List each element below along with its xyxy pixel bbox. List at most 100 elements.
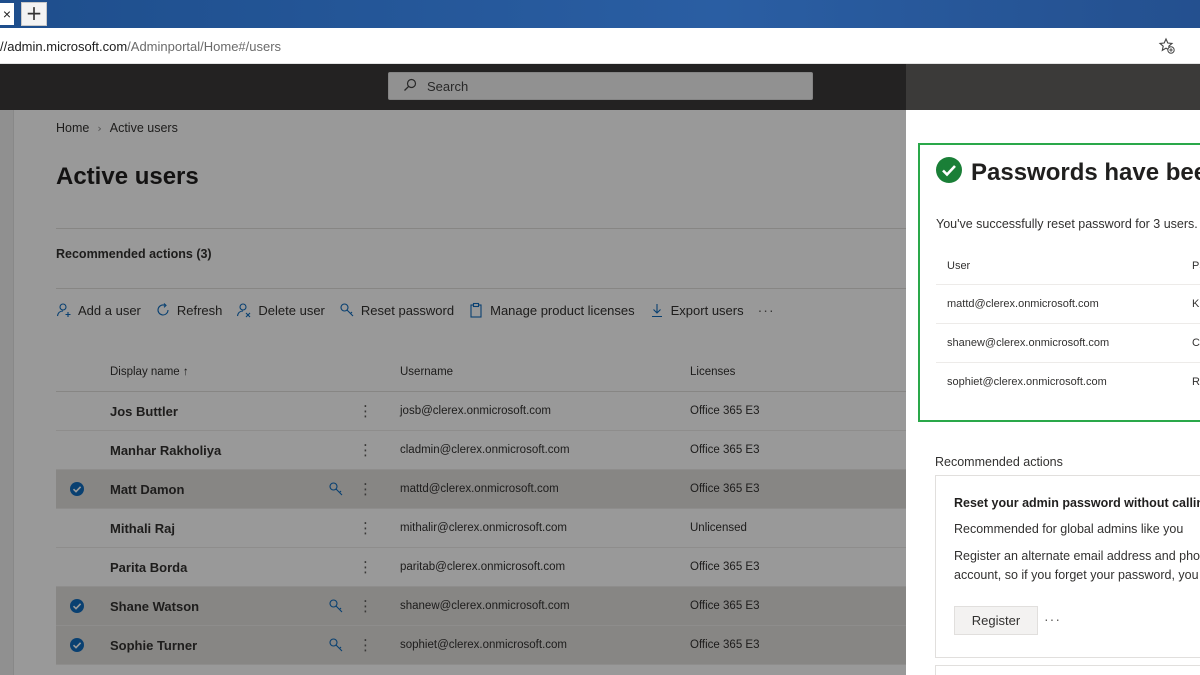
result-user: shanew@clerex.onmicrosoft.com [947, 337, 1110, 349]
result-column-password: Pa [1192, 260, 1200, 272]
column-header-licenses[interactable]: Licenses [690, 366, 735, 378]
user-username: paritab@clerex.onmicrosoft.com [400, 561, 566, 573]
key-icon[interactable] [328, 598, 344, 614]
user-license: Unlicensed [690, 522, 747, 534]
panel-title: Passwords have bee [971, 159, 1200, 186]
table-row[interactable]: Manhar Rakholiya ⋮ cladmin@clerex.onmicros… [56, 431, 906, 470]
user-display-name[interactable]: Shane Watson [110, 587, 199, 626]
user-display-name[interactable]: Manhar Rakholiya [110, 431, 221, 470]
table-row[interactable]: Parita Borda ⋮ paritab@clerex.onmicrosoft.… [56, 548, 906, 587]
address-bar[interactable]: //admin.microsoft.com/Adminportal/Home#/… [0, 28, 1200, 64]
export-users-button[interactable]: Export users [649, 302, 744, 318]
breadcrumb-current: Active users [109, 121, 178, 135]
recommended-actions-link[interactable]: Recommended actions (3) [56, 247, 212, 261]
add-user-label: Add a user [78, 302, 141, 318]
checkmark-icon[interactable] [70, 599, 84, 613]
result-user: sophiet@clerex.onmicrosoft.com [947, 376, 1107, 388]
user-display-name[interactable]: Mithali Raj [110, 509, 175, 548]
search-icon [404, 78, 417, 91]
user-license: Office 365 E3 [690, 639, 760, 651]
row-more-icon[interactable]: ⋮ [358, 431, 373, 470]
add-person-icon [56, 303, 71, 317]
key-icon[interactable] [328, 481, 344, 497]
checkmark-icon[interactable] [70, 482, 84, 496]
breadcrumb-home[interactable]: Home [56, 121, 89, 135]
reset-password-button[interactable]: Reset password [339, 302, 454, 318]
result-password: Ku [1192, 298, 1200, 310]
key-icon[interactable] [328, 637, 344, 653]
row-more-icon[interactable]: ⋮ [358, 470, 373, 509]
user-license: Office 365 E3 [690, 444, 760, 456]
table-row[interactable]: Sophie Turner ⋮ sophiet@clerex.onmicrosoft… [56, 626, 906, 665]
browser-tab-bar: × + [0, 0, 1200, 28]
result-column-user: User [947, 260, 971, 272]
reset-password-panel: Passwords have bee You've successfully r… [906, 110, 1200, 675]
search-input[interactable] [427, 73, 787, 99]
checkmark-icon[interactable] [70, 638, 84, 652]
more-actions-button[interactable]: ··· [758, 302, 775, 318]
user-display-name[interactable]: Jos Buttler [110, 392, 178, 431]
breadcrumb: Home › Active users [56, 121, 178, 135]
table-row[interactable]: Shane Watson ⋮ shanew@clerex.onmicrosoft.c… [56, 587, 906, 626]
success-message: You've successfully reset password for 3… [936, 217, 1198, 231]
result-password: Ra [1192, 376, 1200, 388]
key-icon [340, 303, 354, 317]
row-more-icon[interactable]: ⋮ [358, 626, 373, 665]
export-users-label: Export users [670, 302, 744, 318]
column-header-username[interactable]: Username [400, 366, 453, 378]
recommendation-title: Reset your admin password without callin… [954, 496, 1200, 510]
recommendation-subtitle: Recommended for global admins like you [954, 522, 1184, 536]
main-content: Home › Active users Active users Recommend… [0, 110, 906, 675]
new-tab-button[interactable]: + [21, 2, 47, 26]
add-user-button[interactable]: Add a user [56, 302, 141, 318]
user-display-name[interactable]: Sophie Turner [110, 626, 197, 665]
result-row: shanew@clerex.onmicrosoft.com Ca [936, 323, 1200, 362]
manage-licenses-button[interactable]: Manage product licenses [468, 302, 635, 318]
download-icon [651, 304, 662, 318]
recommendation-description-line: account, so if you forget your password,… [954, 568, 1199, 582]
url-text[interactable]: //admin.microsoft.com/Adminportal/Home#/… [0, 39, 281, 54]
delete-user-button[interactable]: Delete user [236, 302, 325, 318]
left-nav-rail [0, 110, 14, 675]
star-add-icon[interactable] [1158, 37, 1176, 55]
table-row[interactable]: Matt Damon ⋮ mattd@clerex.onmicrosoft.com O… [56, 470, 906, 509]
recommendation-more-button[interactable]: ··· [1044, 611, 1061, 627]
row-more-icon[interactable]: ⋮ [358, 587, 373, 626]
table-row[interactable]: Jos Buttler ⋮ josb@clerex.onmicrosoft.com O… [56, 392, 906, 431]
result-password: Ca [1192, 337, 1200, 349]
row-more-icon[interactable]: ⋮ [358, 548, 373, 587]
column-header-display-name[interactable]: Display name ↑ [110, 366, 189, 378]
remove-person-icon [237, 303, 251, 318]
row-more-icon[interactable]: ⋮ [358, 392, 373, 431]
user-license: Office 365 E3 [690, 561, 760, 573]
url-host: //admin.microsoft.com [0, 39, 128, 54]
chevron-right-icon: › [97, 122, 102, 135]
register-button[interactable]: Register [954, 606, 1038, 635]
search-box[interactable] [388, 72, 813, 100]
table-row[interactable]: Mithali Raj ⋮ mithalir@clerex.onmicrosoft.… [56, 509, 906, 548]
result-row: sophiet@clerex.onmicrosoft.com Ra [936, 362, 1200, 401]
success-message-box: Passwords have bee You've successfully r… [918, 143, 1200, 422]
user-license: Office 365 E3 [690, 405, 760, 417]
result-row: mattd@clerex.onmicrosoft.com Ku [936, 284, 1200, 323]
refresh-icon [157, 303, 169, 316]
tab-close-icon[interactable]: × [0, 3, 14, 25]
refresh-label: Refresh [176, 302, 223, 318]
recommendation-card [935, 665, 1200, 675]
page-title: Active users [56, 163, 199, 190]
row-more-icon[interactable]: ⋮ [358, 509, 373, 548]
user-license: Office 365 E3 [690, 483, 760, 495]
divider [56, 288, 906, 289]
delete-user-label: Delete user [258, 302, 325, 318]
url-path: /Adminportal/Home#/users [127, 39, 282, 54]
divider [56, 228, 906, 229]
user-username: cladmin@clerex.onmicrosoft.com [400, 444, 570, 456]
user-display-name[interactable]: Matt Damon [110, 470, 184, 509]
recommendation-description-line: Register an alternate email address and … [954, 549, 1200, 563]
recommendation-card: Reset your admin password without callin… [935, 475, 1200, 658]
user-display-name[interactable]: Parita Borda [110, 548, 187, 587]
user-license: Office 365 E3 [690, 600, 760, 612]
result-user: mattd@clerex.onmicrosoft.com [947, 298, 1099, 310]
refresh-button[interactable]: Refresh [155, 302, 223, 318]
users-toolbar: Add a user Refresh Delete user Reset pas… [56, 298, 775, 322]
